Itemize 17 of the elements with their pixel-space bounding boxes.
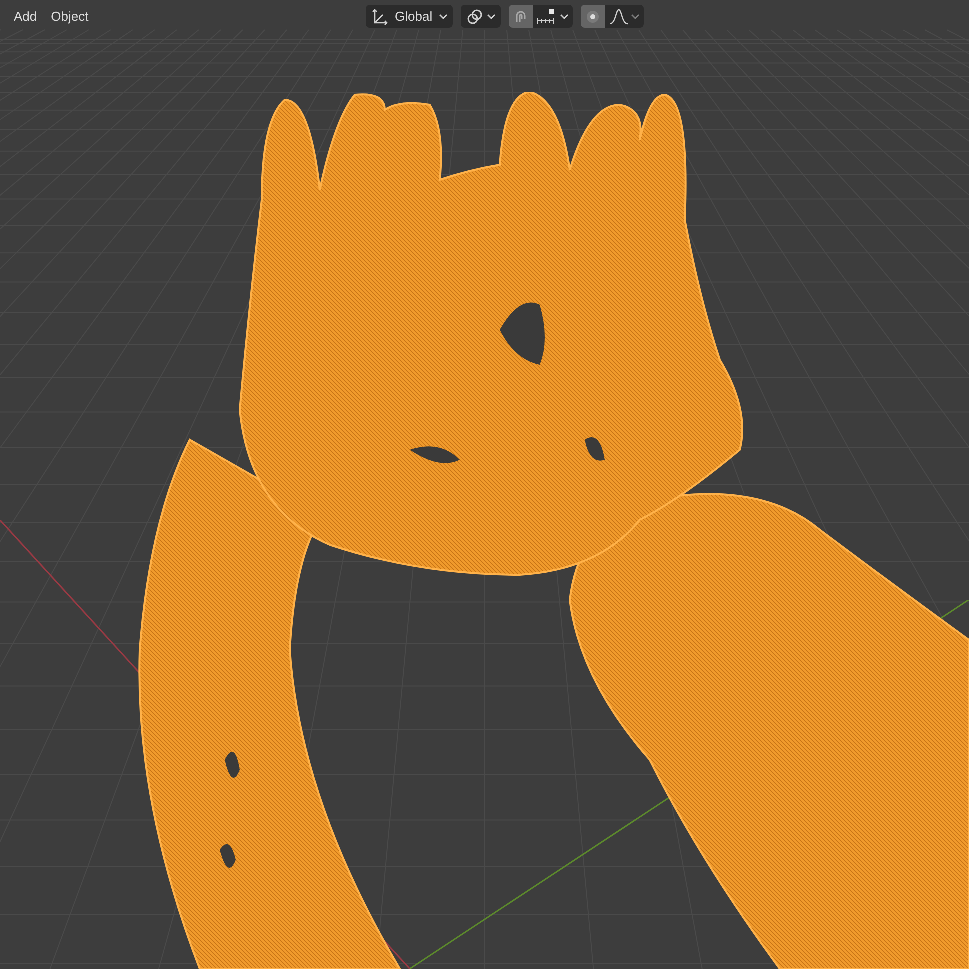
axes-icon	[371, 8, 389, 26]
caret-icon	[560, 14, 569, 20]
menu-item[interactable]: Object	[45, 4, 95, 28]
falloff-dropdown[interactable]	[604, 5, 644, 28]
pivot-point-dropdown[interactable]	[460, 5, 501, 28]
snap-toggle[interactable]	[508, 5, 533, 28]
transform-orientation-dropdown[interactable]: Global	[366, 5, 453, 28]
caret-icon	[630, 14, 640, 20]
target-circle-icon	[584, 8, 601, 24]
caret-icon	[438, 14, 448, 20]
snap-target-dropdown[interactable]	[532, 5, 573, 28]
caret-icon	[486, 14, 496, 20]
menu-item[interactable]: Add	[8, 4, 44, 28]
increment-icon	[536, 8, 557, 26]
bell-curve-icon	[608, 8, 629, 26]
link-rings-icon	[466, 8, 484, 26]
proportional-editing-toggle[interactable]	[580, 5, 605, 28]
